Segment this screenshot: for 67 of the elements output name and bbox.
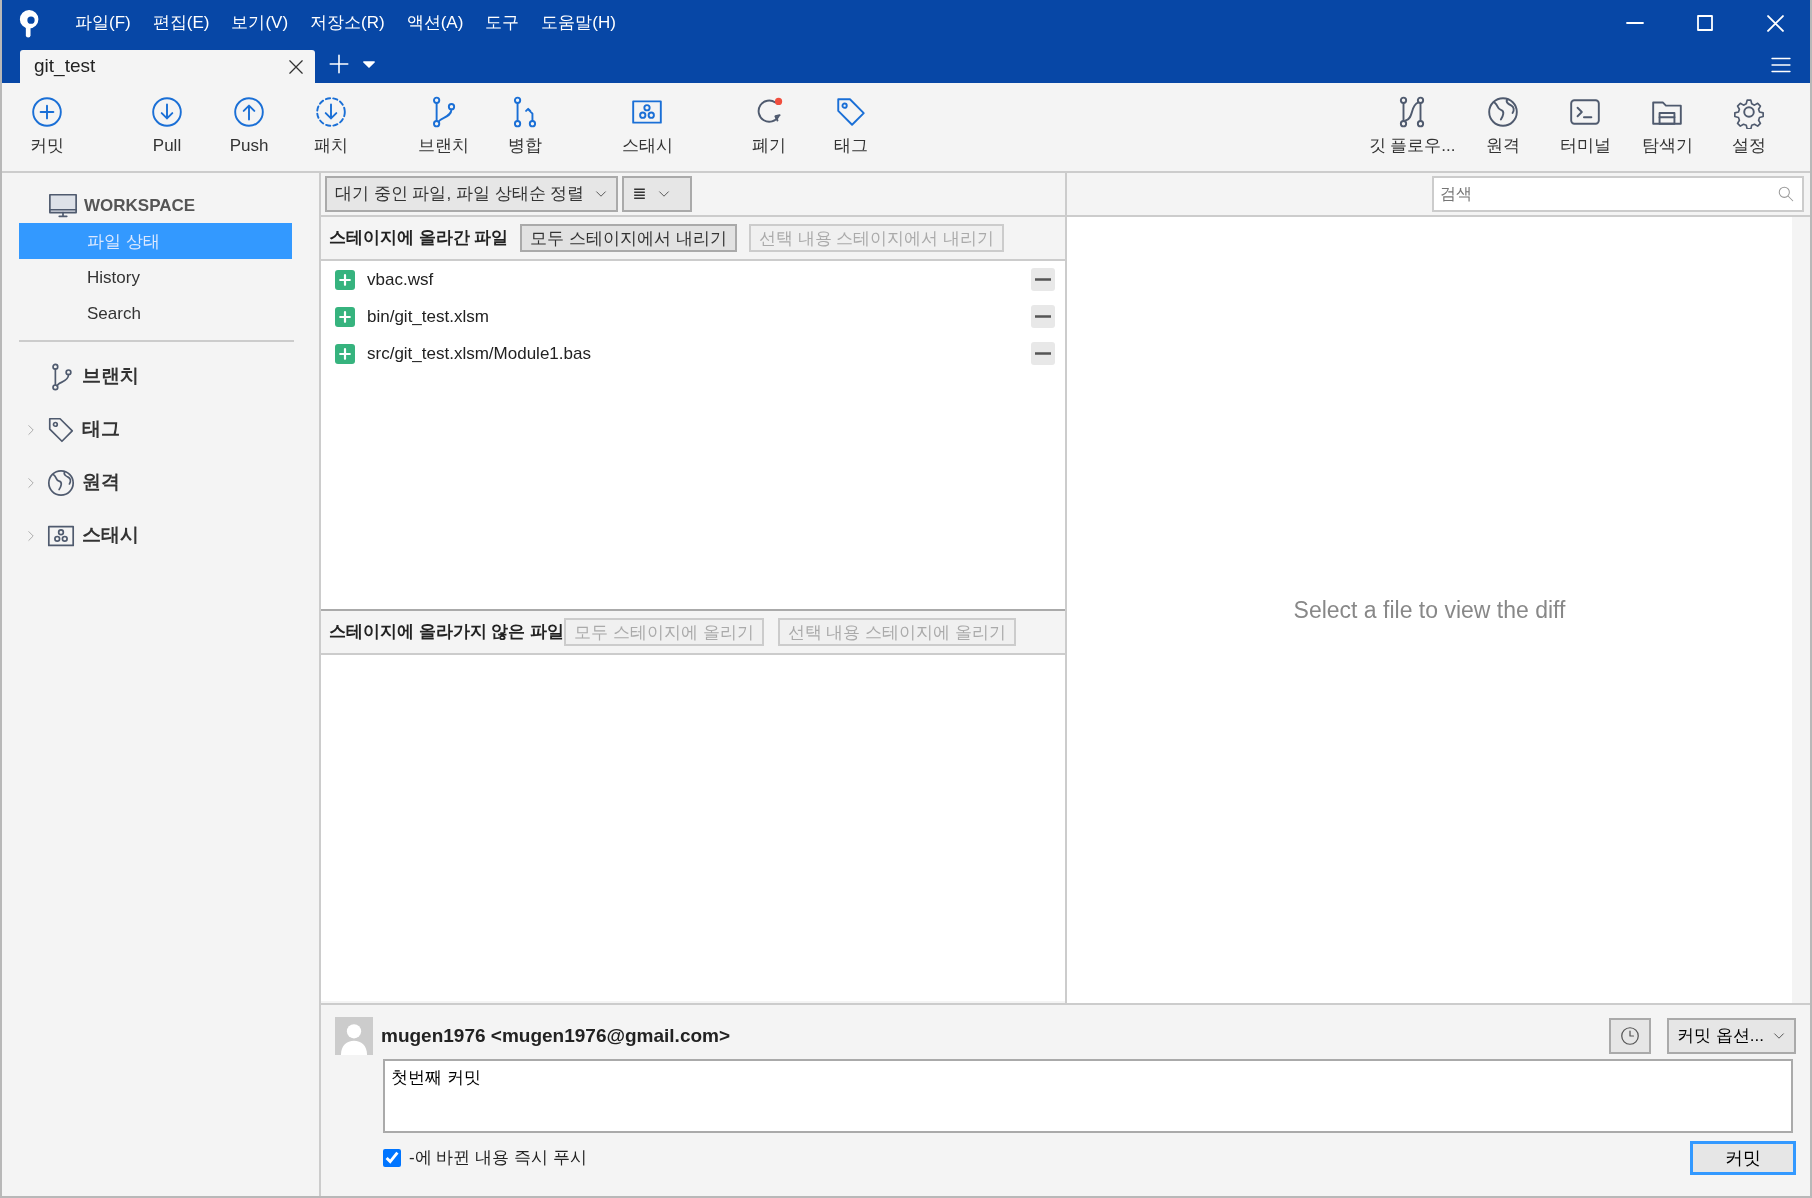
toolbar-button[interactable]: 설정 bbox=[1708, 83, 1790, 171]
added-status-icon bbox=[335, 269, 355, 290]
search-icon bbox=[1777, 185, 1795, 203]
menu-item[interactable]: 도구 bbox=[474, 10, 531, 36]
toolbar-button[interactable]: 브랜치 bbox=[402, 83, 484, 171]
author-name: mugen1976 <mugen1976@gmail.com> bbox=[381, 1023, 732, 1048]
diff-placeholder-text: Select a file to view the diff bbox=[1293, 595, 1566, 625]
unstage-button[interactable] bbox=[1031, 268, 1055, 291]
close-icon bbox=[1766, 14, 1784, 32]
toolbar-button[interactable]: 태그 bbox=[810, 83, 892, 171]
menu-item[interactable]: 저장소(R) bbox=[299, 10, 396, 36]
toolbar-button[interactable]: 탐색기 bbox=[1626, 83, 1708, 171]
menu-item[interactable]: 파일(F) bbox=[64, 10, 142, 36]
sort-dropdown[interactable]: 대기 중인 파일, 파일 상태순 정렬 bbox=[325, 176, 619, 212]
toolbar-button[interactable]: 패치 bbox=[290, 83, 372, 171]
toolbar-button[interactable]: 병합 bbox=[484, 83, 566, 171]
sidebar-group[interactable]: 원격 bbox=[82, 468, 120, 497]
menu-item[interactable]: 액션(A) bbox=[395, 10, 475, 36]
file-path[interactable]: src/git_test.xlsm/Module1.bas bbox=[367, 340, 591, 367]
history-button[interactable] bbox=[1609, 1018, 1652, 1054]
sidebar-item[interactable]: History bbox=[19, 259, 292, 295]
toolbar-button[interactable]: 터미널 bbox=[1544, 83, 1626, 171]
file-path[interactable]: bin/git_test.xlsm bbox=[367, 303, 489, 330]
section-title: 스테이지에 올라간 파일 bbox=[329, 227, 509, 250]
minus-icon bbox=[1035, 315, 1051, 318]
maximize-icon bbox=[1697, 15, 1713, 31]
added-status-icon bbox=[335, 343, 355, 364]
clock-icon bbox=[1619, 1025, 1642, 1047]
toolbar-button[interactable]: 스태시 bbox=[606, 83, 688, 171]
commit-message-field[interactable]: 첫번째 커밋 bbox=[383, 1059, 1793, 1133]
minus-icon bbox=[1035, 352, 1051, 355]
menu-item[interactable]: 보기(V) bbox=[220, 10, 300, 36]
minimize-icon bbox=[1626, 22, 1644, 24]
down-arrow-circle-icon bbox=[150, 95, 184, 130]
unstage-button[interactable] bbox=[1031, 342, 1055, 365]
toolbar-button[interactable]: Pull bbox=[126, 83, 208, 171]
section-title: WORKSPACE bbox=[84, 195, 196, 218]
commit-options-dropdown[interactable]: 커밋 옵션... bbox=[1667, 1018, 1796, 1054]
menu-item[interactable]: 도움말(H) bbox=[530, 10, 627, 36]
push-option-label: -에 바뀐 내용 즉시 푸시 bbox=[409, 1147, 587, 1170]
unstage-button[interactable] bbox=[1031, 305, 1055, 328]
added-status-icon bbox=[335, 306, 355, 327]
search-field[interactable]: 검색 bbox=[1432, 176, 1804, 212]
globe-icon bbox=[1486, 95, 1520, 130]
plus-circle-icon bbox=[30, 95, 64, 130]
menu-item[interactable]: 편집(E) bbox=[141, 10, 221, 36]
tab[interactable]: git_test bbox=[20, 50, 315, 83]
sidebar-item[interactable]: Search bbox=[19, 295, 292, 331]
toolbar-button[interactable]: 원격 bbox=[1462, 83, 1544, 171]
stage-action-button[interactable]: 모두 스테이지에서 내리기 bbox=[520, 224, 737, 252]
sidebar-group[interactable]: 브랜치 bbox=[82, 362, 139, 391]
commit-button[interactable]: 커밋 bbox=[1690, 1141, 1796, 1175]
file-path[interactable]: vbac.wsf bbox=[367, 266, 434, 293]
up-arrow-circle-icon bbox=[232, 95, 266, 130]
avatar-icon bbox=[335, 1017, 373, 1055]
toolbar-button[interactable]: Push bbox=[208, 83, 290, 171]
globe-icon bbox=[46, 467, 76, 498]
sidebar-group[interactable]: 태그 bbox=[82, 415, 120, 444]
toolbar-button[interactable]: 폐기 bbox=[728, 83, 810, 171]
toolbar-button[interactable]: 커밋 bbox=[6, 83, 88, 171]
minus-icon bbox=[1035, 278, 1051, 281]
sidebar-group[interactable]: 스태시 bbox=[82, 521, 139, 550]
push-checkbox[interactable] bbox=[383, 1149, 401, 1167]
caret-icon bbox=[363, 61, 375, 68]
section-title: 스테이지에 올라가지 않은 파일 bbox=[329, 621, 565, 644]
toolbar-button[interactable]: 깃 플로우... bbox=[1362, 83, 1462, 171]
view-dropdown[interactable]: ≣ bbox=[622, 176, 693, 212]
